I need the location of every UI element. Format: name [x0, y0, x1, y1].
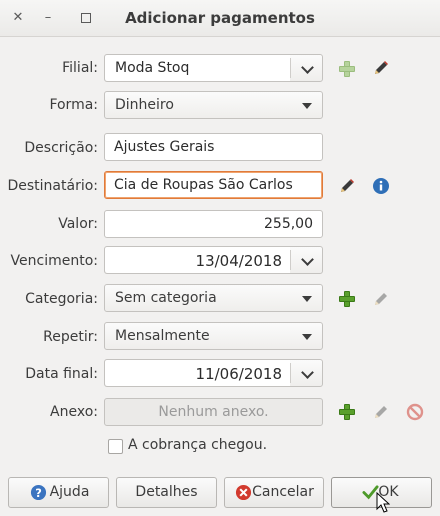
vencimento-value: 13/04/2018 [195, 252, 282, 270]
dropdown-arrow-icon [302, 103, 312, 109]
vencimento-label: Vencimento: [10, 253, 98, 269]
categoria-value: Sem categoria [115, 290, 217, 306]
filial-combo[interactable]: Moda Stoq [104, 54, 323, 82]
dropdown-arrow-icon [302, 334, 312, 340]
ajuda-button[interactable]: ? Ajuda [8, 477, 109, 508]
detalhes-label: Detalhes [135, 484, 198, 500]
forma-value: Dinheiro [115, 97, 174, 113]
add-anexo-plus-icon[interactable] [339, 404, 355, 420]
forma-select[interactable]: Dinheiro [104, 91, 323, 119]
repetir-select[interactable]: Mensalmente [104, 322, 323, 350]
data-final-date-picker[interactable]: 11/06/2018 [104, 359, 323, 387]
repetir-value: Mensalmente [115, 328, 210, 344]
filial-label: Filial: [62, 60, 98, 76]
add-filial-plus-icon[interactable] [339, 61, 355, 77]
mouse-cursor-icon [376, 492, 390, 513]
help-icon: ? [30, 484, 47, 501]
filial-value: Moda Stoq [115, 60, 190, 76]
edit-anexo-pencil-icon[interactable] [372, 403, 390, 421]
descricao-label: Descrição: [24, 140, 98, 156]
anexo-file-chooser[interactable]: Nenhum anexo. [104, 398, 323, 426]
cancel-icon [235, 484, 252, 501]
edit-categoria-pencil-icon[interactable] [372, 290, 390, 308]
forma-label: Forma: [49, 97, 98, 113]
valor-value: 255,00 [264, 216, 313, 232]
valor-input[interactable]: 255,00 [104, 210, 323, 238]
cobranca-checkbox[interactable] [108, 439, 123, 454]
svg-text:?: ? [35, 486, 42, 500]
anexo-value: Nenhum anexo. [158, 404, 269, 420]
edit-destinatario-pencil-icon[interactable] [338, 177, 356, 195]
edit-filial-pencil-icon[interactable] [372, 59, 390, 77]
add-categoria-plus-icon[interactable] [339, 291, 355, 307]
window-title: Adicionar pagamentos [125, 9, 315, 27]
repetir-label: Repetir: [43, 329, 98, 345]
cancelar-button[interactable]: Cancelar [224, 477, 324, 508]
anexo-label: Anexo: [50, 404, 98, 420]
destinatario-value: Cia de Roupas São Carlos [114, 177, 293, 193]
destinatario-input[interactable]: Cia de Roupas São Carlos [104, 171, 323, 199]
categoria-label: Categoria: [25, 291, 98, 307]
ajuda-label: Ajuda [49, 484, 90, 500]
descricao-input[interactable]: Ajustes Gerais [104, 133, 323, 161]
data-final-label: Data final: [25, 366, 98, 382]
valor-label: Valor: [58, 216, 98, 232]
detalhes-button[interactable]: Detalhes [116, 477, 217, 508]
descricao-value: Ajustes Gerais [114, 139, 215, 155]
categoria-select[interactable]: Sem categoria [104, 284, 323, 312]
data-final-value: 11/06/2018 [195, 365, 282, 383]
title-bar: ✕ – Adicionar pagamentos [0, 0, 440, 37]
cobranca-label: A cobrança chegou. [128, 437, 268, 453]
vencimento-date-picker[interactable]: 13/04/2018 [104, 246, 323, 274]
dropdown-arrow-icon [302, 296, 312, 302]
cancelar-label: Cancelar [252, 484, 314, 500]
destinatario-label: Destinatário: [7, 178, 98, 194]
remove-anexo-no-entry-icon[interactable] [406, 403, 424, 421]
info-icon[interactable] [372, 177, 390, 195]
